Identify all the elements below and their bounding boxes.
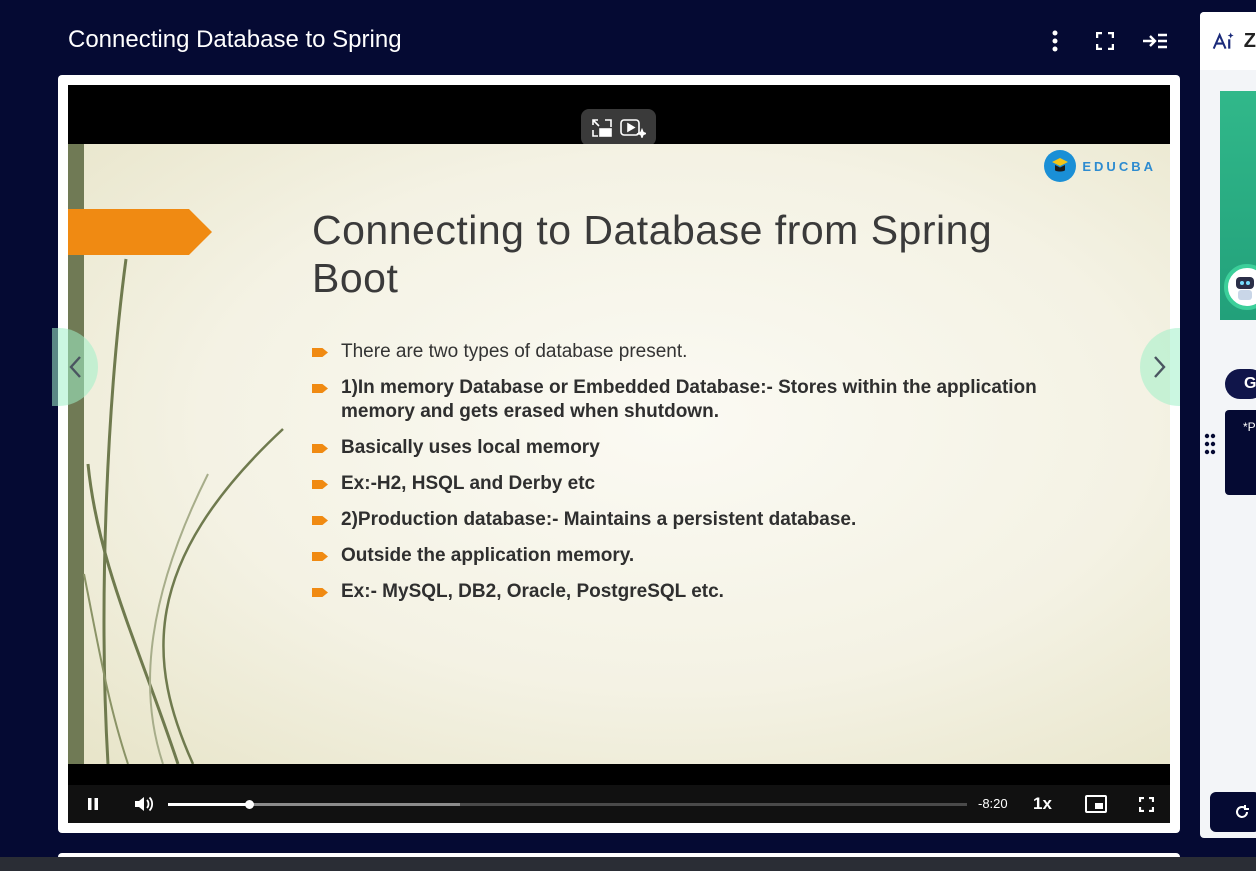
played-progress [168,803,249,806]
slide-bullet: 1)In memory Database or Embedded Databas… [312,376,1072,424]
pip-icon [1085,795,1107,813]
refresh-button[interactable] [1210,792,1256,832]
video-player[interactable]: EDUCBA Connecting to Database from Sprin… [68,85,1170,823]
fullscreen-icon [1138,796,1154,812]
slide-bullet: Basically uses local memory [312,436,1072,460]
volume-icon [135,796,153,812]
ai-sparkle-icon [1212,32,1234,50]
fullscreen-button[interactable] [1090,26,1120,56]
playback-speed-button[interactable]: 1x [1033,794,1052,814]
player-fullscreen-button[interactable] [1133,785,1159,823]
bullet-arrow-icon [312,588,328,597]
ai-side-panel: Z G *P [1200,12,1256,838]
educba-logo-text: EDUCBA [1082,158,1156,174]
slide-bullet: There are two types of database present. [312,340,1072,364]
slide-bullet-list: There are two types of database present.… [312,340,1072,616]
chevron-left-icon [69,356,81,378]
bullet-arrow-icon [312,480,328,489]
slide-bullet: Outside the application memory. [312,544,1072,568]
progress-bar[interactable] [168,800,967,809]
slide-bullet: Ex:-H2, HSQL and Derby etc [312,472,1072,496]
bullet-arrow-icon [312,444,328,453]
player-card: EDUCBA Connecting to Database from Sprin… [58,75,1180,833]
slide-heading-line-2: Boot [312,255,399,301]
drag-handle-icon[interactable] [1204,432,1216,456]
collapse-sidebar-icon [1143,33,1167,49]
time-remaining: -8:20 [978,796,1008,811]
slide-accent-arrow [68,209,212,255]
refresh-icon [1236,805,1249,818]
picture-in-picture-button[interactable] [1082,785,1110,823]
player-controls: -8:20 1x [68,785,1170,823]
ai-note-card: *P [1225,410,1256,495]
bullet-arrow-icon [312,516,328,525]
chevron-right-icon [1154,356,1166,378]
exit-pip-icon [591,118,612,137]
progress-scrubber[interactable] [244,800,254,809]
educba-cap-icon [1044,150,1077,182]
pause-button[interactable] [80,785,106,823]
bullet-arrow-icon [312,384,328,393]
volume-button[interactable] [130,785,156,823]
overlay-toolbar [581,109,656,146]
educba-logo: EDUCBA [1044,150,1156,182]
exit-pip-button[interactable] [591,118,613,138]
kebab-menu-icon [1052,30,1058,52]
slide-bullet: Ex:- MySQL, DB2, Oracle, PostgreSQL etc. [312,580,1072,604]
os-taskbar [0,857,1256,871]
bullet-arrow-icon [312,348,328,357]
more-options-button[interactable] [1040,26,1070,56]
collapse-sidebar-button[interactable] [1140,26,1170,56]
ai-video-button[interactable] [620,118,647,138]
expand-icon [1096,32,1114,50]
pause-icon [88,798,98,810]
slide-bullet: 2)Production database:- Maintains a pers… [312,508,1072,532]
lecture-slide: EDUCBA Connecting to Database from Sprin… [68,144,1170,764]
slide-heading-line-1: Connecting to Database from Spring [312,207,993,253]
ai-panel-tab-label: Z [1243,29,1256,52]
ai-panel-tab[interactable]: Z [1200,12,1256,70]
slide-heading: Connecting to Database from Spring Boot [312,206,1112,302]
ai-panel-pill-button[interactable]: G [1225,369,1256,399]
lesson-title: Connecting Database to Spring [68,26,402,53]
ai-video-icon [620,118,647,138]
bullet-arrow-icon [312,552,328,561]
